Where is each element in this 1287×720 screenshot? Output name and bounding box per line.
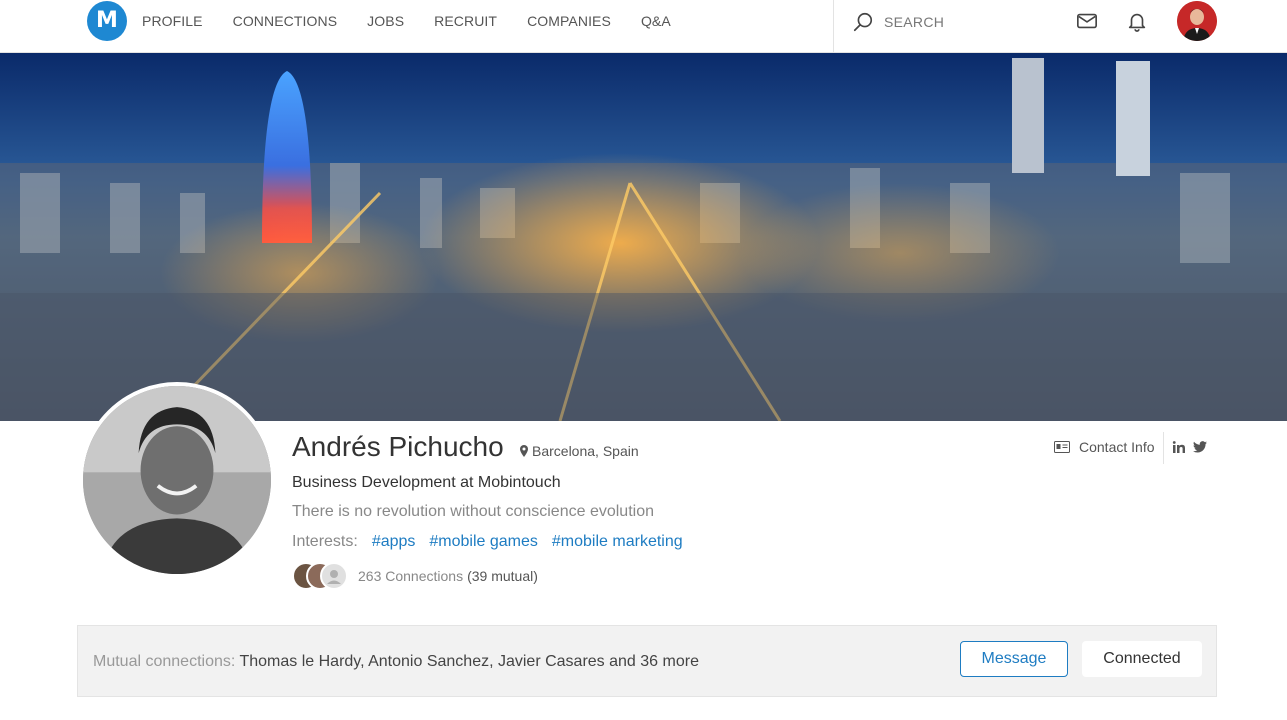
app-logo[interactable]: M	[87, 1, 127, 41]
bell-icon[interactable]	[1126, 10, 1148, 32]
mutual-connections-text: Mutual connections: Thomas le Hardy, Ant…	[93, 653, 699, 671]
top-navigation-bar: M PROFILE CONNECTIONS JOBS RECRUIT COMPA…	[0, 0, 1287, 53]
interest-tag-apps[interactable]: #apps	[372, 533, 416, 551]
cover-photo	[0, 53, 1287, 421]
interest-tag-mobile-marketing[interactable]: #mobile marketing	[552, 533, 683, 551]
connections-summary[interactable]: 263 Connections (39 mutual)	[292, 562, 538, 590]
contact-info-label: Contact Info	[1079, 439, 1155, 455]
search-box	[852, 8, 1052, 36]
connections-count: 263 Connections	[358, 568, 464, 584]
nav-divider	[833, 0, 834, 53]
profile-motto: There is no revolution without conscienc…	[292, 503, 654, 520]
message-button[interactable]: Message	[960, 641, 1068, 677]
mutual-avatars	[292, 562, 352, 590]
nav-item-recruit[interactable]: RECRUIT	[434, 13, 497, 29]
linkedin-icon[interactable]	[1172, 440, 1188, 456]
nav-item-connections[interactable]: CONNECTIONS	[233, 13, 338, 29]
mutual-connections-names[interactable]: Thomas le Hardy, Antonio Sanchez, Javier…	[239, 653, 699, 670]
contact-info-link[interactable]: Contact Info	[1054, 439, 1155, 455]
twitter-icon[interactable]	[1193, 440, 1209, 456]
map-pin-icon	[520, 445, 528, 457]
nav-item-companies[interactable]: COMPANIES	[527, 13, 611, 29]
profile-headline: Business Development at Mobintouch	[292, 474, 561, 491]
interests-label: Interests:	[292, 533, 358, 550]
avatar-placeholder-icon	[320, 562, 348, 590]
connected-button[interactable]: Connected	[1082, 641, 1202, 677]
id-card-icon	[1054, 441, 1070, 453]
profile-name: Andrés Pichucho	[292, 431, 504, 462]
search-icon[interactable]	[852, 11, 874, 33]
nav-item-profile[interactable]: PROFILE	[142, 13, 203, 29]
mutual-connections-bar: Mutual connections: Thomas le Hardy, Ant…	[77, 625, 1217, 697]
nav-item-qa[interactable]: Q&A	[641, 13, 671, 29]
interests-row: Interests: #apps #mobile games #mobile m…	[292, 533, 683, 551]
main-nav: PROFILE CONNECTIONS JOBS RECRUIT COMPANI…	[142, 13, 701, 29]
mail-icon[interactable]	[1076, 10, 1098, 32]
connections-mutual: (39 mutual)	[467, 568, 538, 584]
location-text: Barcelona, Spain	[532, 443, 639, 459]
profile-location: Barcelona, Spain	[520, 443, 639, 459]
divider	[1163, 432, 1164, 464]
user-avatar[interactable]	[1177, 1, 1217, 41]
search-input[interactable]	[884, 14, 1044, 30]
profile-photo[interactable]	[79, 382, 275, 578]
interest-tag-mobile-games[interactable]: #mobile games	[429, 533, 538, 551]
mutual-connections-label: Mutual connections:	[93, 653, 236, 670]
nav-item-jobs[interactable]: JOBS	[367, 13, 404, 29]
